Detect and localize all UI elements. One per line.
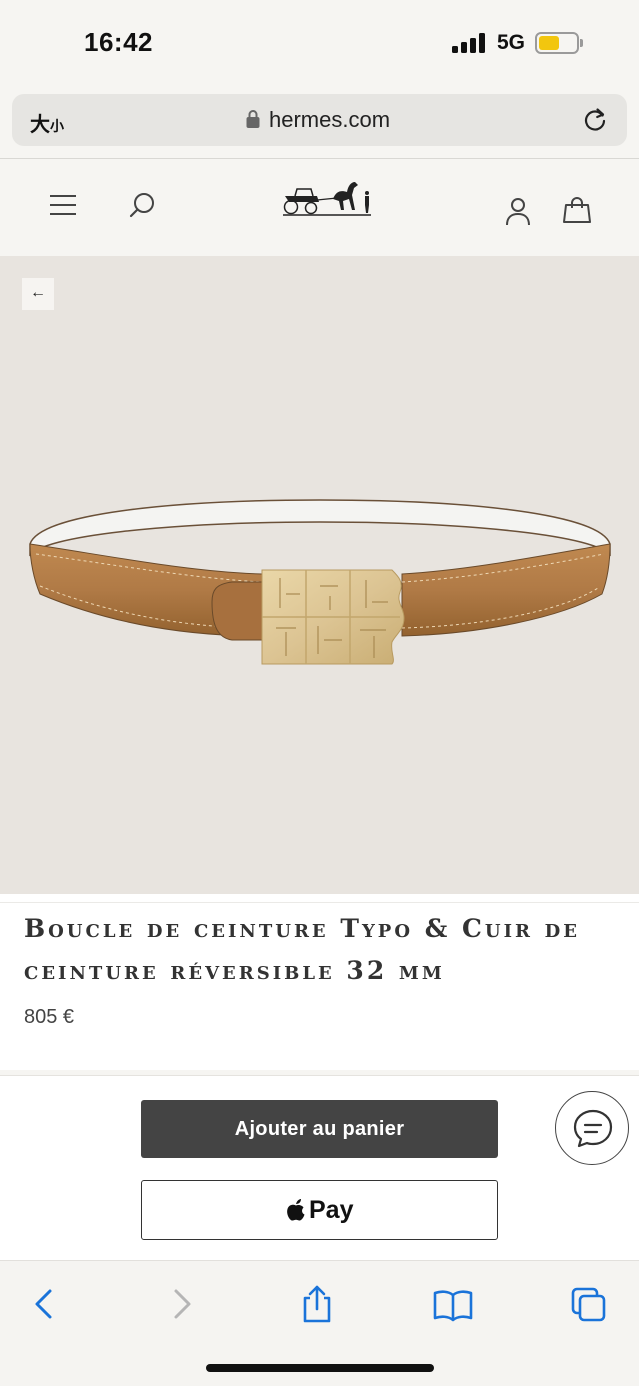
apple-logo-icon	[287, 1199, 305, 1221]
text-size-small-glyph: 小	[50, 119, 64, 135]
address-bar[interactable]: 大小 hermes.com	[12, 94, 627, 146]
home-indicator	[206, 1364, 434, 1372]
product-image-area: ←	[0, 256, 639, 894]
purchase-actions: Ajouter au panier Pay	[0, 1076, 639, 1260]
tabs-icon[interactable]	[567, 1283, 611, 1327]
back-button[interactable]: ←	[22, 278, 54, 310]
site-header	[0, 159, 639, 256]
battery-icon	[535, 32, 579, 54]
share-icon[interactable]	[295, 1283, 339, 1327]
divider	[0, 902, 639, 903]
shopping-bag-icon[interactable]	[563, 196, 591, 224]
status-bar: 16:42 5G	[0, 0, 639, 84]
belt-product-image[interactable]	[0, 256, 639, 894]
hermes-carriage-logo[interactable]	[281, 176, 373, 218]
text-size-button[interactable]: 大小	[30, 108, 64, 137]
account-icon[interactable]	[505, 197, 531, 227]
text-size-large-glyph: 大	[30, 112, 50, 136]
signal-icon	[452, 33, 488, 53]
browser-toolbar	[0, 1260, 639, 1386]
hamburger-menu-icon[interactable]	[49, 194, 77, 216]
battery-level	[539, 36, 559, 50]
apple-pay-button[interactable]: Pay	[141, 1180, 498, 1240]
apple-pay-content: Pay	[286, 1195, 353, 1225]
url-text[interactable]: hermes.com	[269, 107, 390, 133]
network-type: 5G	[497, 31, 526, 54]
apple-pay-label: Pay	[309, 1195, 354, 1224]
lock-icon	[246, 110, 260, 128]
chevron-left-icon[interactable]	[22, 1283, 66, 1327]
chevron-right-icon[interactable]	[160, 1283, 204, 1327]
reload-icon[interactable]	[582, 106, 608, 132]
product-info: Boucle de ceinture Typo & Cuir de ceintu…	[0, 894, 639, 1070]
search-icon[interactable]	[129, 191, 157, 219]
add-to-cart-button[interactable]: Ajouter au panier	[141, 1100, 498, 1158]
chat-button[interactable]	[555, 1091, 629, 1165]
battery-tip	[580, 39, 583, 47]
product-title: Boucle de ceinture Typo & Cuir de ceintu…	[24, 914, 580, 985]
product-price: 805 €	[24, 1006, 75, 1028]
book-icon[interactable]	[431, 1283, 475, 1327]
chat-icon	[573, 1109, 613, 1148]
status-time: 16:42	[84, 27, 153, 57]
